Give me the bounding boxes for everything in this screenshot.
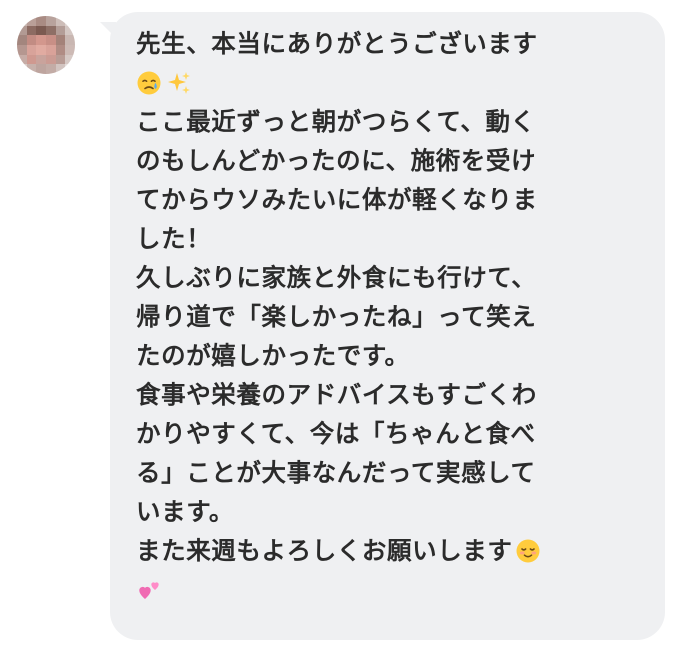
message-line: 食事や栄養のアドバイスもすごくわ: [136, 380, 537, 409]
emoji-line: [136, 63, 636, 102]
message-line: 帰り道で「楽しかったね」って笑え: [136, 302, 537, 331]
message-line: のもしんどかったのに、施術を受け: [136, 146, 537, 175]
message-line: てからウソみたいに体が軽くなりま: [136, 185, 538, 214]
message-line: ここ最近ずっと朝がつらくて、動く: [136, 107, 536, 136]
message-line: かりやすくて、今は「ちゃんと食べ: [136, 419, 536, 448]
message-line: る」ことが大事なんだって実感して: [136, 458, 536, 487]
message-line: した！: [136, 224, 212, 253]
message-line: また来週もよろしくお願いします: [136, 536, 513, 565]
message-line: たのが嬉しかったです。: [136, 341, 410, 370]
message-line: 先生、本当にありがとうございます: [136, 29, 538, 58]
sparkles-icon: [166, 70, 192, 96]
message-line: います。: [136, 497, 234, 526]
two-hearts-icon: [136, 577, 162, 603]
avatar[interactable]: [17, 16, 75, 74]
smiling-blush-face-icon: [515, 538, 541, 564]
message-line: 久しぶりに家族と外食にも行けて、: [136, 263, 537, 292]
emoji-line: [136, 570, 636, 609]
message-line-with-emoji: また来週もよろしくお願いします: [136, 531, 636, 570]
crying-face-icon: [136, 70, 162, 96]
message-text: 先生、本当にありがとうございます ここ最近ずっと朝がつらくて、動く のもしんどか…: [136, 24, 636, 609]
